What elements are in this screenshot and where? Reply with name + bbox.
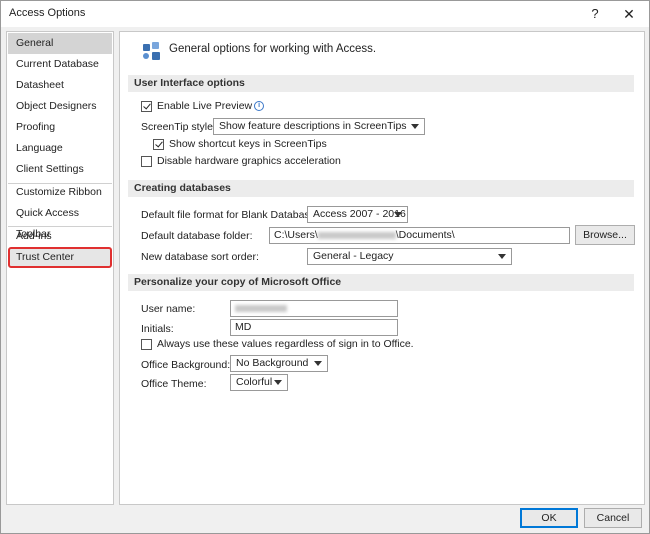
- close-button[interactable]: ✕: [615, 4, 643, 24]
- database-folder-input[interactable]: C:\Users\ \Documents\: [269, 227, 570, 244]
- always-use-values-label: Always use these values regardless of si…: [157, 338, 414, 350]
- access-options-dialog: Access Options ? ✕ General Current Datab…: [0, 0, 650, 534]
- cancel-button[interactable]: Cancel: [584, 508, 642, 528]
- file-format-value: Access 2007 - 2016: [313, 208, 406, 220]
- initials-label: Initials:: [141, 323, 174, 335]
- help-button[interactable]: ?: [581, 4, 609, 24]
- database-folder-label: Default database folder:: [141, 230, 253, 242]
- office-theme-dropdown[interactable]: Colorful: [230, 374, 288, 391]
- screentip-style-value: Show feature descriptions in ScreenTips: [219, 120, 407, 132]
- folder-path-suffix: \Documents\: [395, 229, 455, 241]
- browse-button[interactable]: Browse...: [575, 225, 635, 245]
- sidebar-item-trust-center[interactable]: Trust Center: [8, 247, 112, 268]
- info-icon[interactable]: i: [254, 101, 265, 112]
- general-options-panel: General options for working with Access.…: [119, 31, 645, 505]
- always-use-values-checkbox[interactable]: [141, 339, 152, 350]
- sidebar-item-client-settings[interactable]: Client Settings: [8, 159, 112, 180]
- live-preview-text: Enable Live Preview: [157, 100, 253, 112]
- initials-input[interactable]: MD: [230, 319, 398, 336]
- category-sidebar: General Current Database Datasheet Objec…: [6, 31, 114, 505]
- sort-order-dropdown[interactable]: General - Legacy: [307, 248, 512, 265]
- hardware-acceleration-label: Disable hardware graphics acceleration: [157, 155, 341, 167]
- live-preview-checkbox[interactable]: [141, 101, 152, 112]
- sort-order-label: New database sort order:: [141, 251, 259, 263]
- title-bar: Access Options ? ✕: [1, 1, 649, 27]
- username-input[interactable]: [230, 300, 398, 317]
- redacted-username: [317, 231, 396, 239]
- shortcut-keys-checkbox[interactable]: [153, 139, 164, 150]
- sidebar-item-add-ins[interactable]: Add-ins: [8, 226, 112, 247]
- sidebar-item-proofing[interactable]: Proofing: [8, 117, 112, 138]
- sidebar-item-customize-ribbon[interactable]: Customize Ribbon: [8, 182, 112, 203]
- chevron-down-icon: [394, 212, 402, 217]
- sidebar-item-object-designers[interactable]: Object Designers: [8, 96, 112, 117]
- office-theme-value: Colorful: [236, 376, 273, 388]
- chevron-down-icon: [314, 361, 322, 366]
- office-background-dropdown[interactable]: No Background: [230, 355, 328, 372]
- live-preview-label: Enable Live Preview i: [157, 100, 265, 112]
- page-header: General options for working with Access.: [169, 43, 377, 55]
- sidebar-item-quick-access-toolbar[interactable]: Quick Access Toolbar: [8, 203, 112, 240]
- chevron-down-icon: [411, 124, 419, 129]
- redacted-user-name: [235, 304, 287, 312]
- hardware-acceleration-checkbox[interactable]: [141, 156, 152, 167]
- general-options-icon: [143, 42, 160, 60]
- username-label: User name:: [141, 303, 196, 315]
- file-format-label: Default file format for Blank Database:: [141, 209, 319, 221]
- section-ui-options: User Interface options: [128, 75, 634, 92]
- sidebar-item-general[interactable]: General: [8, 33, 112, 54]
- shortcut-keys-label: Show shortcut keys in ScreenTips: [169, 138, 327, 150]
- office-theme-label: Office Theme:: [141, 378, 207, 390]
- section-personalize: Personalize your copy of Microsoft Offic…: [128, 274, 634, 291]
- ok-button[interactable]: OK: [520, 508, 578, 528]
- window-title: Access Options: [9, 7, 86, 19]
- chevron-down-icon: [274, 380, 282, 385]
- folder-path-prefix: C:\Users\: [274, 229, 318, 241]
- sidebar-item-datasheet[interactable]: Datasheet: [8, 75, 112, 96]
- office-background-value: No Background: [236, 357, 309, 369]
- sidebar-item-current-database[interactable]: Current Database: [8, 54, 112, 75]
- screentip-style-label: ScreenTip style:: [141, 121, 216, 133]
- file-format-dropdown[interactable]: Access 2007 - 2016: [307, 206, 408, 223]
- section-creating-databases: Creating databases: [128, 180, 634, 197]
- sort-order-value: General - Legacy: [313, 250, 394, 262]
- screentip-style-dropdown[interactable]: Show feature descriptions in ScreenTips: [213, 118, 425, 135]
- sidebar-item-language[interactable]: Language: [8, 138, 112, 159]
- office-background-label: Office Background:: [141, 359, 231, 371]
- chevron-down-icon: [498, 254, 506, 259]
